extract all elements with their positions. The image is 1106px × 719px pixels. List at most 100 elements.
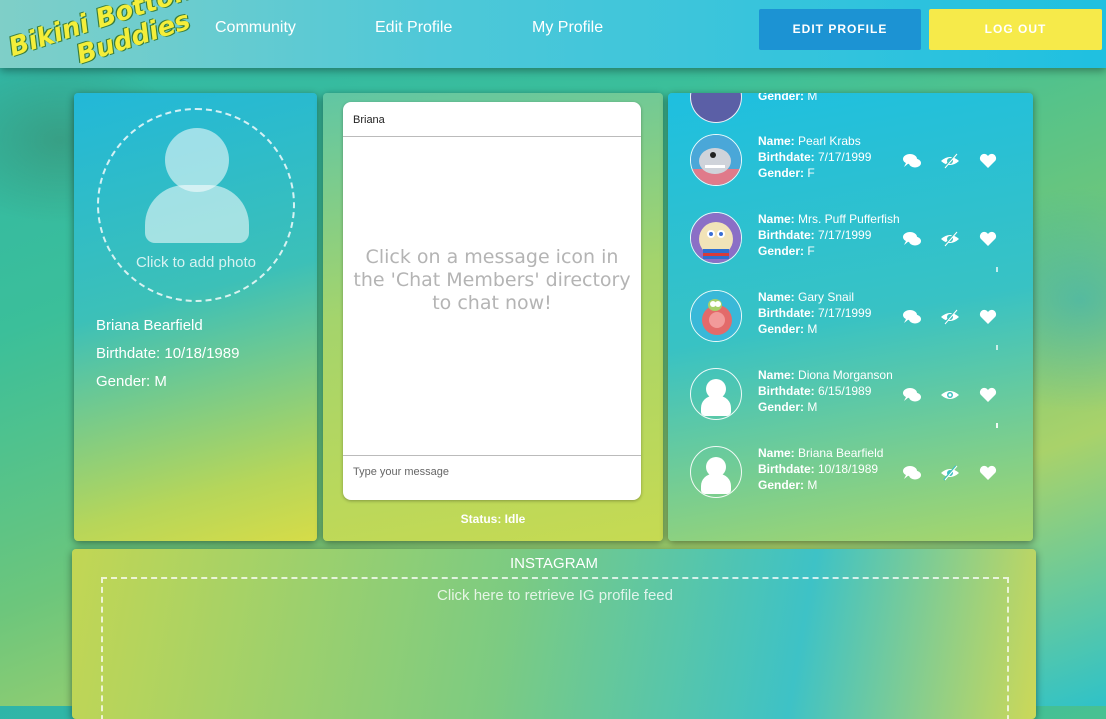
profile-name: Briana Bearfield [96,317,203,334]
member-name-value: Pearl Krabs [794,134,861,148]
heart-icon[interactable] [978,229,998,249]
instagram-feed-area[interactable]: Click here to retrieve IG profile feed [101,577,1009,719]
member-gender-label: Gender: [758,400,805,414]
member-avatar [690,134,742,186]
member-row: Name: Briana Bearfield Birthdate: 10/18/1… [690,446,1010,506]
message-icon[interactable] [902,385,922,405]
member-row: Name: Pearl Krabs Birthdate: 7/17/1999 Gen… [690,134,1010,194]
heart-icon[interactable] [978,385,998,405]
add-photo-label: Click to add photo [135,254,257,271]
member-row: Name: Diona Morganson Birthdate: 6/15/198… [690,368,1010,428]
log-out-button[interactable]: LOG OUT [929,9,1102,50]
member-birthdate-value: 7/17/1999 [814,306,872,320]
member-name: Name: Mrs. Puff Pufferfish [758,212,900,226]
member-birthdate-label: Birthdate: [758,462,815,476]
heart-icon[interactable] [978,463,998,483]
member-name-value: Diona Morganson [794,368,893,382]
member-birthdate: Birthdate: 6/15/1989 [758,384,871,398]
member-gender-value: M [807,93,818,103]
member-birthdate-label: Birthdate: [758,306,815,320]
instagram-prompt: Click here to retrieve IG profile feed [437,587,673,604]
chat-empty-message: Click on a message icon in the 'Chat Mem… [353,246,631,314]
member-birthdate: Birthdate: 7/17/1999 [758,306,871,320]
message-icon[interactable] [902,463,922,483]
scrollbar-tick [996,345,998,350]
member-gender-value: F [804,244,815,258]
member-gender-label: Gender: [758,244,805,258]
member-gender: Gender: F [758,166,815,180]
member-birthdate-label: Birthdate: [758,150,815,164]
member-row-partial: Gender: M [690,93,1010,131]
member-name-label: Name: [758,134,795,148]
member-row: Name: Mrs. Puff Pufferfish Birthdate: 7/1… [690,212,1010,272]
member-name-label: Name: [758,446,795,460]
member-name: Name: Gary Snail [758,290,854,304]
member-birthdate-label: Birthdate: [758,384,815,398]
member-gender-label: Gender: [758,166,805,180]
member-gender: Gender: M [758,400,817,414]
member-gender: Gender: M [758,322,817,336]
member-birthdate-label: Birthdate: [758,228,815,242]
avatar-placeholder-head [165,128,229,192]
member-name-value: Briana Bearfield [794,446,884,460]
member-gender-value: M [804,478,818,492]
member-name-value: Mrs. Puff Pufferfish [794,212,900,226]
member-gender-value: M [804,322,818,336]
member-name-label: Name: [758,290,795,304]
member-row: Name: Gary Snail Birthdate: 7/17/1999 Gend… [690,290,1010,350]
edit-profile-button[interactable]: EDIT PROFILE [759,9,921,50]
add-photo-area[interactable]: Click to add photo [97,108,295,302]
chat-members-panel: Gender: M Name: Pearl Krabs Birthdate: 7/… [668,93,1033,541]
scrollbar-tick [996,423,998,428]
top-navbar: Bikini Bottom Buddies Community Edit Pro… [0,0,1106,71]
member-avatar [690,93,742,123]
chat-input-divider [343,455,641,456]
member-avatar [690,368,742,420]
app-logo[interactable]: Bikini Bottom Buddies [0,0,203,82]
member-name: Name: Diona Morganson [758,368,893,382]
message-icon[interactable] [902,151,922,171]
member-birthdate-value: 10/18/1989 [814,462,879,476]
member-name: Name: Briana Bearfield [758,446,883,460]
chat-panel: Briana Click on a message icon in the 'C… [323,93,663,541]
member-birthdate: Birthdate: 7/17/1999 [758,228,871,242]
eye-icon[interactable] [940,385,960,405]
member-avatar [690,446,742,498]
message-icon[interactable] [902,307,922,327]
member-gender-label: Gender: [758,478,805,492]
member-avatar [690,290,742,342]
member-birthdate-value: 7/17/1999 [814,150,872,164]
avatar-body [701,396,731,416]
profile-gender: Gender: M [96,373,167,390]
avatar-body [701,474,731,494]
member-birthdate-value: 6/15/1989 [814,384,872,398]
member-name-value: Gary Snail [794,290,855,304]
nav-edit-profile[interactable]: Edit Profile [375,19,452,37]
member-name-label: Name: [758,368,795,382]
member-name-label: Name: [758,212,795,226]
member-gender-value: M [804,400,818,414]
member-avatar [690,212,742,264]
chat-recipient-name: Briana [353,114,385,126]
member-gender-label: Gender: [758,322,805,336]
eye-slash-icon[interactable] [940,229,960,249]
nav-community[interactable]: Community [215,19,296,37]
heart-icon[interactable] [978,307,998,327]
eye-slash-icon[interactable] [940,151,960,171]
member-gender: Gender: M [758,93,817,103]
eye-slash-icon[interactable] [940,463,960,483]
gender-label: Gender: [758,93,805,103]
chat-window: Briana Click on a message icon in the 'C… [343,102,641,500]
avatar-placeholder-body [145,185,249,243]
member-birthdate: Birthdate: 10/18/1989 [758,462,878,476]
message-input[interactable] [353,462,631,482]
member-birthdate-value: 7/17/1999 [814,228,872,242]
instagram-panel: INSTAGRAM Click here to retrieve IG prof… [72,549,1036,719]
member-gender: Gender: M [758,478,817,492]
scrollbar-tick [996,267,998,272]
eye-slash-icon[interactable] [940,307,960,327]
message-icon[interactable] [902,229,922,249]
nav-my-profile[interactable]: My Profile [532,19,603,37]
member-gender-value: F [804,166,815,180]
heart-icon[interactable] [978,151,998,171]
